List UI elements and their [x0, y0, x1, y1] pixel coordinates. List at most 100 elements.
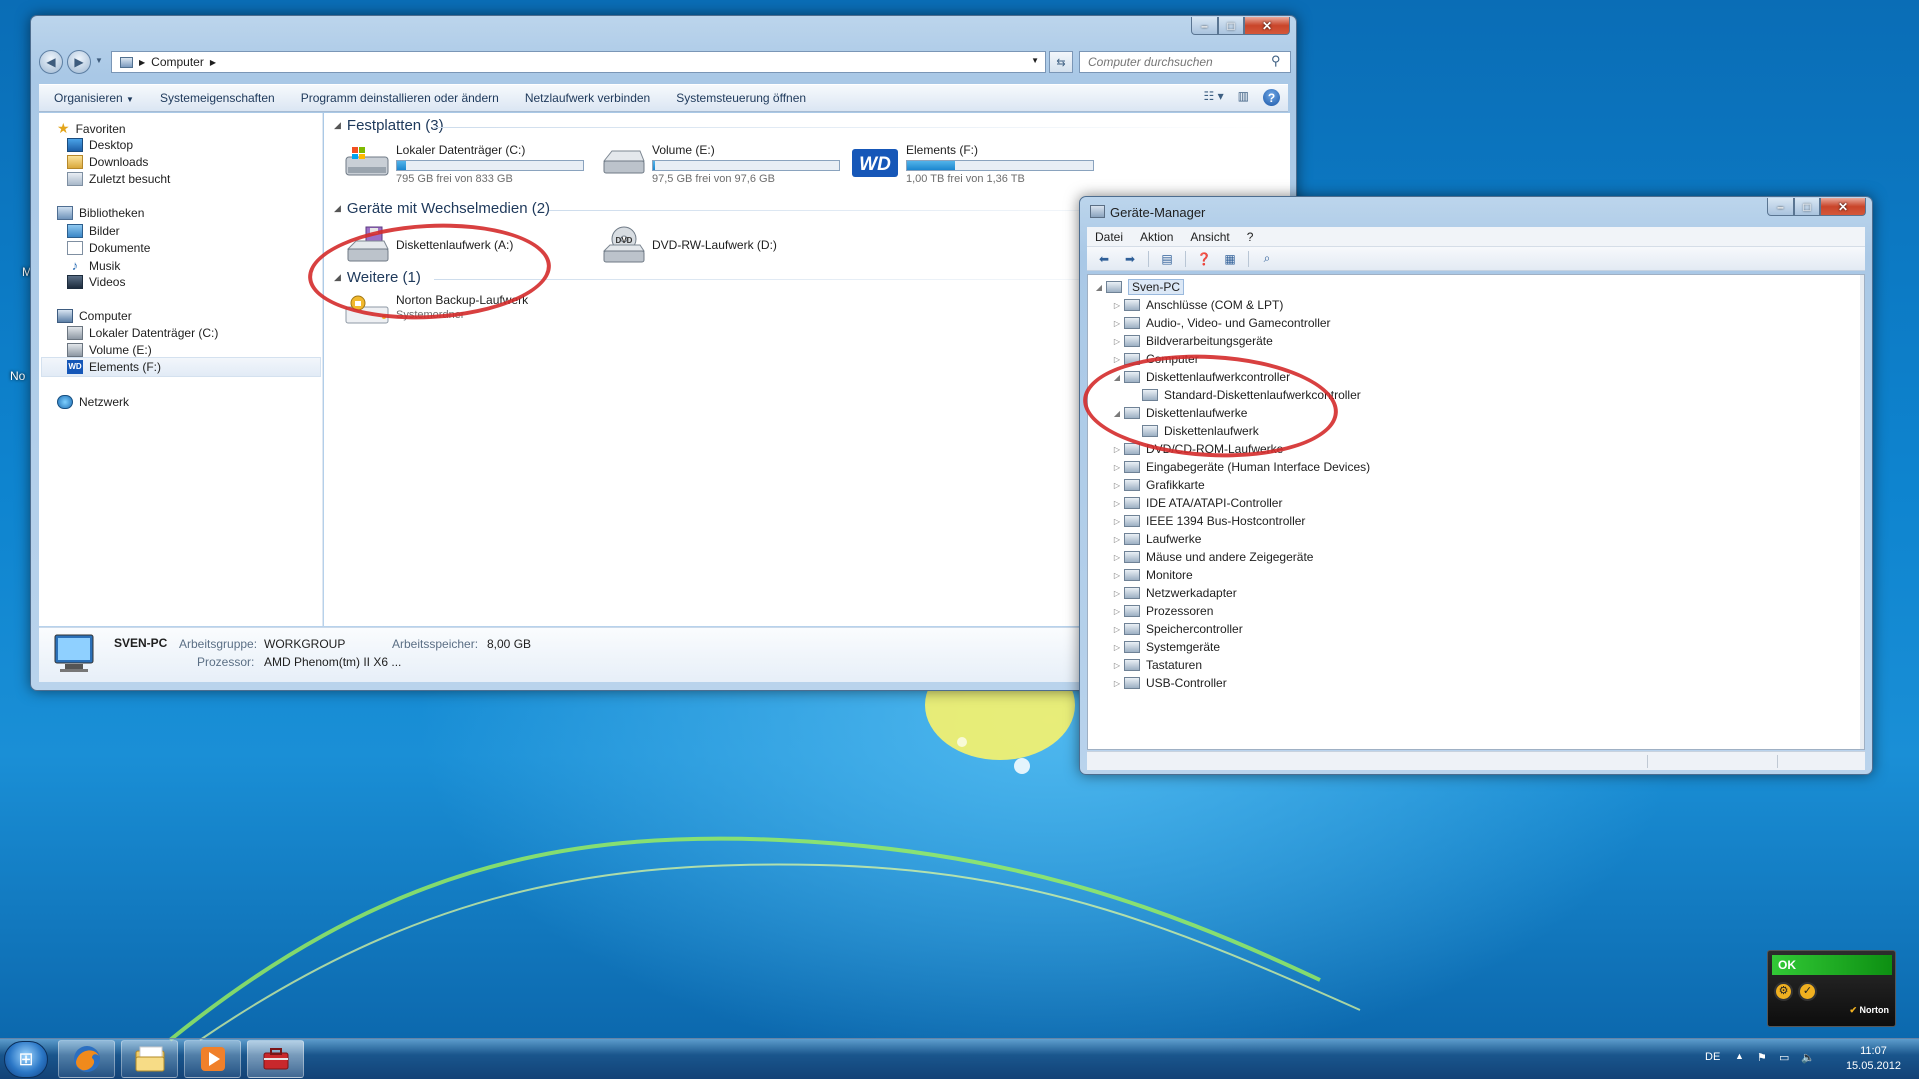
tree-category[interactable]: ▷ Systemgeräte	[1110, 638, 1220, 656]
tree-category[interactable]: ▷ Speichercontroller	[1110, 620, 1243, 638]
breadcrumb-separator-icon[interactable]: ▶	[139, 58, 145, 67]
collapsed-triangle-icon[interactable]: ▷	[1110, 589, 1124, 598]
show-hide-console-tree-icon[interactable]: ▤	[1156, 250, 1178, 268]
search-icon[interactable]: ⚲	[1271, 53, 1281, 69]
tree-category[interactable]: ▷ IEEE 1394 Bus-Hostcontroller	[1110, 512, 1306, 530]
nav-item-documents[interactable]: Dokumente	[67, 241, 150, 255]
system-clock[interactable]: 11:07 15.05.2012	[1846, 1044, 1901, 1074]
breadcrumb-separator-icon[interactable]: ▶	[210, 58, 216, 67]
nav-item-drive-e[interactable]: Volume (E:)	[67, 343, 152, 357]
collapsed-triangle-icon[interactable]: ▷	[1110, 463, 1124, 472]
nav-item-recent[interactable]: Zuletzt besucht	[67, 172, 170, 186]
tree-category[interactable]: ▷ Grafikkarte	[1110, 476, 1205, 494]
tree-category[interactable]: ▷ Bildverarbeitungsgeräte	[1110, 332, 1273, 350]
device-manager-window[interactable]: Geräte-Manager – □ ✕ Datei Aktion Ansich…	[1079, 196, 1873, 775]
collapsed-triangle-icon[interactable]: ▷	[1110, 679, 1124, 688]
recent-pages-chevron-icon[interactable]: ▼	[95, 56, 103, 65]
volume-tray-icon[interactable]: 🔈	[1801, 1051, 1815, 1064]
tree-category[interactable]: ▷ Netzwerkadapter	[1110, 584, 1237, 602]
action-center-flag-icon[interactable]: ⚑	[1757, 1051, 1767, 1064]
collapsed-triangle-icon[interactable]: ▷	[1110, 661, 1124, 670]
close-button[interactable]: ✕	[1244, 17, 1290, 35]
norton-performance-icon[interactable]: ⚙	[1774, 982, 1793, 1001]
group-header-hard-drives[interactable]: ◢ Festplatten (3)	[334, 117, 444, 134]
help-book-icon[interactable]: ❓	[1193, 250, 1215, 268]
menu-action[interactable]: Aktion	[1140, 230, 1173, 244]
address-bar[interactable]: ▶ Computer ▶ ▼	[111, 51, 1046, 73]
collapsed-triangle-icon[interactable]: ▷	[1110, 499, 1124, 508]
tree-root-computer[interactable]: ◢ Sven-PC	[1092, 278, 1185, 296]
input-language-indicator[interactable]: DE	[1705, 1051, 1720, 1063]
properties-icon[interactable]: ▦	[1219, 250, 1241, 268]
tree-category[interactable]: ▷ Audio-, Video- und Gamecontroller	[1110, 314, 1331, 332]
back-arrow-icon[interactable]: ⬅	[1093, 250, 1115, 268]
drive-tile-dvd-d[interactable]: DVD DVD-RW-Laufwerk (D:)	[600, 225, 777, 265]
desktop-icon-partial-2[interactable]: No	[10, 369, 25, 383]
menu-file[interactable]: Datei	[1095, 230, 1123, 244]
open-control-panel-button[interactable]: Systemsteuerung öffnen	[665, 91, 817, 105]
breadcrumb-computer[interactable]: Computer	[151, 55, 204, 69]
taskbar-device-manager[interactable]	[247, 1040, 304, 1078]
tree-category[interactable]: ▷ Eingabegeräte (Human Interface Devices)	[1110, 458, 1370, 476]
preview-pane-icon[interactable]: ▥	[1238, 89, 1249, 106]
menu-help[interactable]: ?	[1247, 230, 1254, 244]
collapsed-triangle-icon[interactable]: ▷	[1110, 517, 1124, 526]
nav-item-downloads[interactable]: Downloads	[67, 155, 148, 169]
show-hidden-icons-chevron[interactable]: ▲	[1735, 1051, 1744, 1061]
taskbar-explorer[interactable]	[121, 1040, 178, 1078]
close-button[interactable]: ✕	[1820, 198, 1866, 216]
maximize-button[interactable]: □	[1218, 17, 1244, 35]
tree-category[interactable]: ▷ USB-Controller	[1110, 674, 1227, 692]
drive-tile-f[interactable]: WD Elements (F:) 1,00 TB frei von 1,36 TB	[850, 143, 1094, 185]
start-button[interactable]: ⊞	[4, 1041, 48, 1078]
nav-item-drive-f[interactable]: WD Elements (F:)	[67, 360, 161, 374]
system-properties-button[interactable]: Systemeigenschaften	[149, 91, 286, 105]
expanded-triangle-icon[interactable]: ◢	[1092, 283, 1106, 292]
drive-tile-e[interactable]: Volume (E:) 97,5 GB frei von 97,6 GB	[600, 143, 840, 185]
drive-tile-c[interactable]: Lokaler Datenträger (C:) 795 GB frei von …	[344, 143, 584, 185]
tree-category[interactable]: ▷ IDE ATA/ATAPI-Controller	[1110, 494, 1283, 512]
taskbar-firefox[interactable]	[58, 1040, 115, 1078]
network-tray-icon[interactable]: ▭	[1779, 1051, 1789, 1064]
menu-view[interactable]: Ansicht	[1190, 230, 1229, 244]
refresh-button[interactable]: ⇆	[1049, 51, 1073, 73]
maximize-button[interactable]: □	[1794, 198, 1820, 216]
organize-button[interactable]: Organisieren ▼	[43, 91, 145, 105]
collapsed-triangle-icon[interactable]: ▷	[1110, 643, 1124, 652]
collapsed-triangle-icon[interactable]: ▷	[1110, 319, 1124, 328]
uninstall-program-button[interactable]: Programm deinstallieren oder ändern	[290, 91, 510, 105]
nav-item-drive-c[interactable]: Lokaler Datenträger (C:)	[67, 326, 218, 340]
taskbar-media-player[interactable]	[184, 1040, 241, 1078]
tree-category[interactable]: ▷ Mäuse und andere Zeigegeräte	[1110, 548, 1314, 566]
nav-item-pictures[interactable]: Bilder	[67, 224, 120, 238]
scan-hardware-icon[interactable]: ⌕	[1256, 250, 1278, 268]
tree-category[interactable]: ▷ Anschlüsse (COM & LPT)	[1110, 296, 1283, 314]
map-network-drive-button[interactable]: Netzlaufwerk verbinden	[514, 91, 661, 105]
address-dropdown-icon[interactable]: ▼	[1031, 56, 1039, 65]
nav-item-videos[interactable]: Videos	[67, 275, 125, 289]
forward-button[interactable]: ▶	[67, 50, 91, 74]
collapsed-triangle-icon[interactable]: ▷	[1110, 625, 1124, 634]
minimize-button[interactable]: –	[1191, 17, 1218, 35]
tree-category[interactable]: ▷ Prozessoren	[1110, 602, 1213, 620]
tree-category[interactable]: ▷ Tastaturen	[1110, 656, 1202, 674]
collapsed-triangle-icon[interactable]: ▷	[1110, 481, 1124, 490]
nav-item-music[interactable]: ♪ Musik	[67, 258, 121, 273]
nav-computer[interactable]: Computer	[57, 309, 132, 323]
collapsed-triangle-icon[interactable]: ▷	[1110, 571, 1124, 580]
search-input[interactable]	[1079, 51, 1291, 73]
nav-item-desktop[interactable]: Desktop	[67, 138, 133, 152]
collapsed-triangle-icon[interactable]: ▷	[1110, 553, 1124, 562]
forward-arrow-icon[interactable]: ➡	[1119, 250, 1141, 268]
help-icon[interactable]: ?	[1263, 89, 1280, 106]
norton-checkmark-icon[interactable]: ✓	[1798, 982, 1817, 1001]
nav-favorites[interactable]: ★ Favoriten	[57, 120, 126, 137]
collapsed-triangle-icon[interactable]: ▷	[1110, 301, 1124, 310]
device-tree[interactable]: ◢ Sven-PC ▷ Anschlüsse (COM & LPT) ▷ Audio-, …	[1087, 274, 1865, 750]
collapsed-triangle-icon[interactable]: ▷	[1110, 607, 1124, 616]
tree-category[interactable]: ▷ Monitore	[1110, 566, 1193, 584]
view-options-icon[interactable]: ☷ ▾	[1204, 89, 1224, 106]
collapsed-triangle-icon[interactable]: ▷	[1110, 535, 1124, 544]
collapsed-triangle-icon[interactable]: ▷	[1110, 445, 1124, 454]
norton-status-widget[interactable]: OK ⚙ ✓ ✔ Norton	[1767, 950, 1896, 1027]
